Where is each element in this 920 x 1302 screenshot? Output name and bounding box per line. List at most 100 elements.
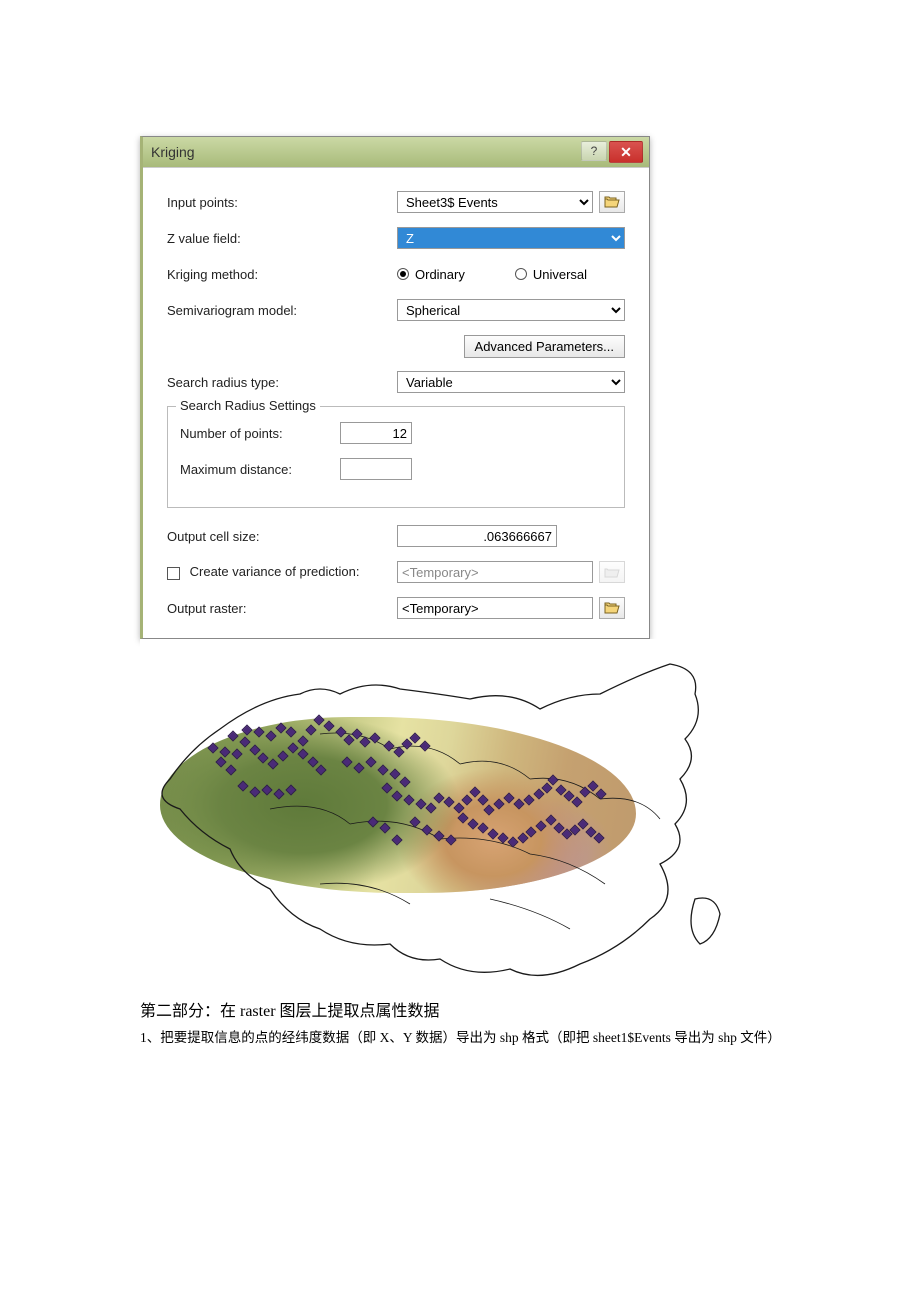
sample-point [549, 776, 557, 784]
sample-point [227, 766, 235, 774]
sample-point [595, 834, 603, 842]
sample-point [427, 804, 435, 812]
sample-point [263, 786, 271, 794]
sample-point [233, 750, 241, 758]
sample-point [479, 796, 487, 804]
sample-point [259, 754, 267, 762]
label-z-value: Z value field: [167, 231, 397, 246]
sample-point [309, 758, 317, 766]
sample-point [385, 742, 393, 750]
sample-point [381, 824, 389, 832]
sample-point [535, 790, 543, 798]
map-result-image [140, 639, 792, 983]
sample-point [345, 736, 353, 744]
sample-point [505, 794, 513, 802]
sample-point [383, 784, 391, 792]
sample-point [221, 748, 229, 756]
sample-point [435, 794, 443, 802]
section-2-title: 第二部分：在 raster 图层上提取点属性数据 [140, 997, 784, 1021]
output-cell-input[interactable] [397, 525, 557, 547]
sample-point [519, 834, 527, 842]
sample-point [417, 800, 425, 808]
semivariogram-select[interactable]: Spherical [397, 299, 625, 321]
sample-point [287, 728, 295, 736]
sample-point [579, 820, 587, 828]
num-points-input[interactable] [340, 422, 412, 444]
radio-dot-icon [515, 268, 527, 280]
sample-point [241, 738, 249, 746]
sample-point [411, 734, 419, 742]
sample-point [597, 790, 605, 798]
radio-universal[interactable]: Universal [515, 267, 587, 282]
folder-open-icon [604, 601, 620, 615]
label-num-points: Number of points: [180, 426, 340, 441]
sample-point [459, 814, 467, 822]
browse-output-raster[interactable] [599, 597, 625, 619]
output-raster-input[interactable] [397, 597, 593, 619]
search-radius-settings-fieldset: Search Radius Settings Number of points:… [167, 406, 625, 508]
sample-point [423, 826, 431, 834]
sample-point [317, 766, 325, 774]
create-variance-checkbox[interactable] [167, 567, 180, 580]
sample-point [251, 788, 259, 796]
label-search-radius-type: Search radius type: [167, 375, 397, 390]
sample-point [555, 824, 563, 832]
sample-point [543, 784, 551, 792]
input-points-select[interactable]: Sheet3$ Events [397, 191, 593, 213]
titlebar: Kriging ? ✕ [143, 137, 649, 167]
sample-point [369, 818, 377, 826]
sample-point [393, 792, 401, 800]
sample-point [547, 816, 555, 824]
sample-point [401, 778, 409, 786]
sample-point [379, 766, 387, 774]
search-radius-type-select[interactable]: Variable [397, 371, 625, 393]
max-distance-input[interactable] [340, 458, 412, 480]
sample-point [239, 782, 247, 790]
fieldset-legend: Search Radius Settings [176, 398, 320, 413]
sample-point [255, 728, 263, 736]
sample-points-layer [140, 639, 792, 983]
sample-point [395, 748, 403, 756]
sample-point [463, 796, 471, 804]
sample-point [315, 716, 323, 724]
sample-point [209, 744, 217, 752]
sample-point [485, 806, 493, 814]
sample-point [499, 834, 507, 842]
close-button[interactable]: ✕ [609, 141, 643, 163]
sample-point [421, 742, 429, 750]
sample-point [469, 820, 477, 828]
sample-point [269, 760, 277, 768]
sample-point [471, 788, 479, 796]
sample-point [509, 838, 517, 846]
sample-point [527, 828, 535, 836]
sample-point [581, 788, 589, 796]
label-semivariogram: Semivariogram model: [167, 303, 397, 318]
browse-variance-output [599, 561, 625, 583]
sample-point [299, 737, 307, 745]
sample-point [589, 782, 597, 790]
sample-point [411, 818, 419, 826]
sample-point [447, 836, 455, 844]
label-output-raster: Output raster: [167, 601, 397, 616]
sample-point [405, 796, 413, 804]
browse-input-points[interactable] [599, 191, 625, 213]
sample-point [565, 792, 573, 800]
sample-point [587, 828, 595, 836]
sample-point [275, 790, 283, 798]
sample-point [343, 758, 351, 766]
sample-point [325, 722, 333, 730]
sample-point [277, 724, 285, 732]
sample-point [391, 770, 399, 778]
z-value-select[interactable]: Z [397, 227, 625, 249]
label-output-cell: Output cell size: [167, 529, 397, 544]
advanced-parameters-button[interactable]: Advanced Parameters... [464, 335, 625, 358]
sample-point [557, 786, 565, 794]
help-button[interactable]: ? [581, 141, 607, 161]
label-input-points: Input points: [167, 195, 397, 210]
sample-point [445, 798, 453, 806]
variance-output-input [397, 561, 593, 583]
sample-point [571, 826, 579, 834]
radio-ordinary[interactable]: Ordinary [397, 267, 465, 282]
sample-point [279, 752, 287, 760]
sample-point [525, 796, 533, 804]
